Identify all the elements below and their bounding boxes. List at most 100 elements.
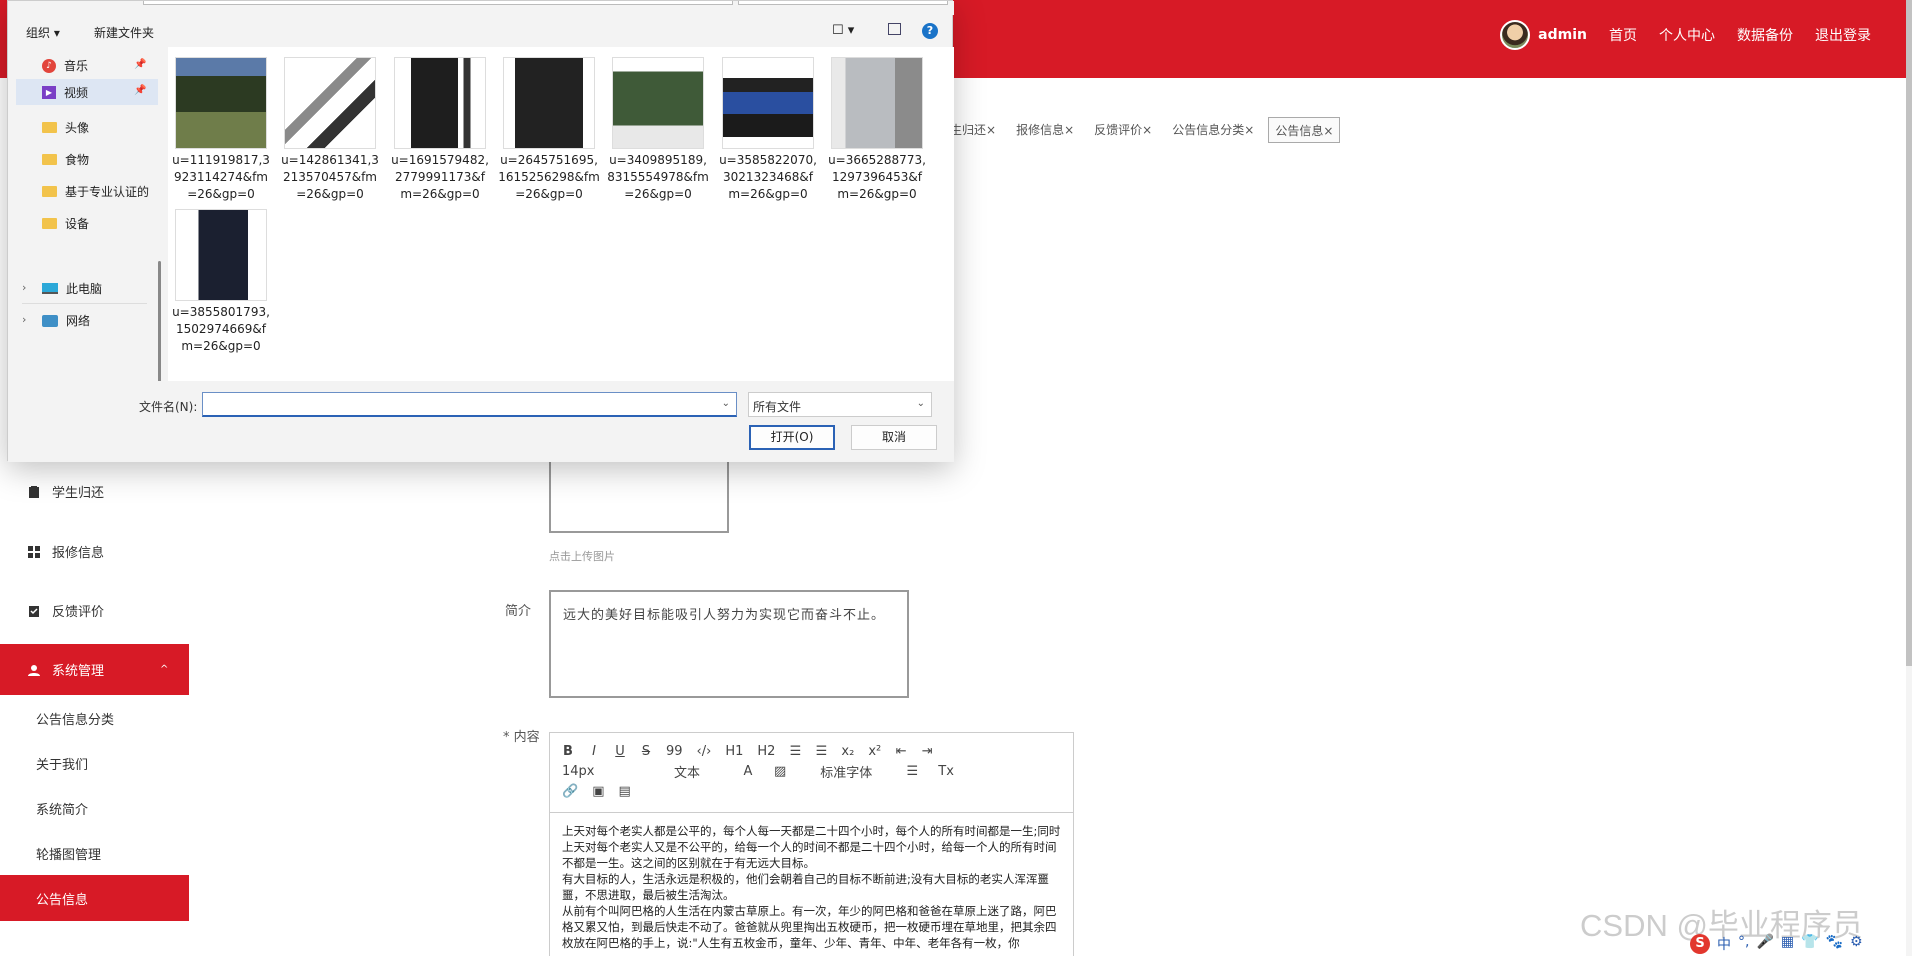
nav-item-certification[interactable]: 基于专业认证的 (42, 183, 149, 200)
tab-feedback[interactable]: 反馈评价× (1088, 117, 1158, 143)
sidebar-sub-about[interactable]: 关于我们 (36, 754, 88, 773)
cancel-button[interactable]: 取消 (851, 425, 937, 450)
tab-repair[interactable]: 报修信息× (1010, 117, 1080, 143)
outdent-button[interactable]: ⇤ (895, 744, 907, 759)
sidebar-sub-intro[interactable]: 系统简介 (36, 799, 88, 818)
intro-textarea[interactable]: 远大的美好目标能吸引人努力为实现它而奋斗不止。 (549, 590, 909, 698)
avatar[interactable] (1500, 20, 1531, 50)
file-name: u=3409895189, 8315554978&fm =26&gp=0 (607, 153, 709, 201)
close-icon[interactable]: × (1244, 123, 1254, 137)
indent-button[interactable]: ⇥ (921, 744, 933, 759)
nav-backup[interactable]: 数据备份 (1737, 25, 1793, 45)
nav-item-food[interactable]: 食物 (42, 151, 89, 168)
address-input[interactable] (143, 1, 733, 5)
pin-icon[interactable]: 📌 (134, 85, 146, 96)
link-icon[interactable]: 🔗 (562, 784, 578, 799)
file-item[interactable]: u=1691579482, 2779991173&f m=26&gp=0 (387, 57, 493, 203)
code-button[interactable]: ‹/› (697, 744, 712, 759)
preview-pane-icon[interactable] (888, 23, 901, 35)
sidebar-item-label: 学生归还 (52, 486, 105, 501)
block-format-select[interactable]: 文本 (652, 762, 722, 781)
underline-button[interactable]: U (614, 744, 626, 759)
image-icon[interactable]: ▣ (592, 784, 604, 799)
sidebar-sub-notice-category[interactable]: 公告信息分类 (36, 709, 114, 728)
ime-toolbar: S 中 °, 🎤 ▦ 👕 🐾 ⚙ (1690, 934, 1863, 954)
image-upload-box[interactable] (549, 455, 729, 533)
dialog-nav-pane: ♪ 音乐 📌 ▶ 视频 📌 头像 食物 基于专业认证的 设备 › 此电脑 › 网… (8, 47, 161, 411)
sidebar-menu-label: 系统管理 (52, 664, 105, 679)
h2-button[interactable]: H2 (757, 744, 775, 759)
tab-notice-category[interactable]: 公告信息分类× (1166, 117, 1260, 143)
editor-content[interactable]: 上天对每个老实人都是公平的，每个人每一天都是二十四个小时，每个人的所有时间都是一… (550, 813, 1073, 956)
file-name: u=111919817,3 923114274&fm =26&gp=0 (172, 153, 270, 201)
bold-button[interactable]: B (562, 744, 574, 759)
file-item[interactable]: u=111919817,3 923114274&fm =26&gp=0 (168, 57, 274, 203)
search-input[interactable] (738, 1, 948, 5)
keyboard-icon[interactable]: ▦ (1781, 934, 1794, 954)
nav-item-network[interactable]: 网络 (42, 312, 90, 329)
close-icon[interactable]: × (1064, 123, 1074, 137)
close-icon[interactable]: × (986, 123, 996, 137)
sidebar-sub-notice[interactable]: 公告信息 (0, 875, 189, 921)
open-button[interactable]: 打开(O) (749, 425, 835, 450)
sidebar-sub-carousel[interactable]: 轮播图管理 (36, 844, 101, 863)
italic-button[interactable]: I (588, 744, 600, 759)
new-folder-button[interactable]: 新建文件夹 (94, 24, 154, 41)
file-item[interactable]: u=3585822070, 3021323468&f m=26&gp=0 (715, 57, 821, 203)
font-size-select[interactable]: 14px (562, 764, 632, 779)
nav-profile[interactable]: 个人中心 (1659, 25, 1715, 45)
page-scrollbar[interactable] (1906, 0, 1912, 956)
strike-button[interactable]: S (640, 744, 652, 759)
ime-punct[interactable]: °, (1738, 934, 1749, 954)
file-item[interactable]: u=142861341,3 213570457&fm =26&gp=0 (277, 57, 383, 203)
ime-lang[interactable]: 中 (1717, 934, 1731, 954)
view-menu-icon[interactable]: ☐ ▾ (832, 23, 854, 38)
close-icon[interactable]: × (1323, 124, 1333, 138)
quote-button[interactable]: 99 (666, 744, 683, 759)
clear-format-icon[interactable]: Tx (938, 764, 954, 779)
bullet-list-button[interactable]: ☰ (815, 744, 828, 759)
nav-item-equipment[interactable]: 设备 (42, 215, 89, 232)
nav-logout[interactable]: 退出登录 (1815, 25, 1871, 45)
gear-icon[interactable]: ⚙ (1850, 934, 1863, 954)
sidebar-item-student-return[interactable]: 学生归还 (28, 482, 104, 501)
filename-input[interactable]: ⌄ (202, 392, 737, 417)
chevron-right-icon[interactable]: › (22, 313, 26, 326)
font-color-icon[interactable]: A (742, 764, 754, 779)
superscript-button[interactable]: x² (868, 744, 881, 759)
chevron-down-icon[interactable]: ⌄ (722, 398, 730, 409)
file-item[interactable]: u=3665288773, 1297396453&f m=26&gp=0 (824, 57, 930, 203)
nav-item-avatar[interactable]: 头像 (42, 119, 89, 136)
paw-icon[interactable]: 🐾 (1826, 934, 1843, 954)
tab-notice[interactable]: 公告信息× (1268, 117, 1341, 143)
background-color-icon[interactable]: ▨ (774, 764, 786, 779)
subscript-button[interactable]: x₂ (841, 744, 854, 759)
video-icon[interactable]: ▤ (618, 784, 630, 799)
sogou-icon[interactable]: S (1690, 934, 1710, 954)
h1-button[interactable]: H1 (725, 744, 743, 759)
font-family-select[interactable]: 标准字体 (806, 762, 886, 781)
scrollbar-thumb[interactable] (1906, 0, 1912, 666)
nav-home[interactable]: 首页 (1609, 25, 1637, 45)
username[interactable]: admin (1538, 27, 1587, 43)
sidebar-menu-system[interactable]: 系统管理 ^ (0, 644, 189, 695)
file-item[interactable]: u=3855801793, 1502974669&f m=26&gp=0 (168, 209, 274, 355)
nav-item-label: 此电脑 (66, 282, 103, 296)
nav-item-this-pc[interactable]: 此电脑 (42, 280, 102, 297)
skin-icon[interactable]: 👕 (1801, 934, 1818, 954)
ordered-list-button[interactable]: ☰ (789, 744, 802, 759)
microphone-icon[interactable]: 🎤 (1756, 934, 1773, 954)
pin-icon[interactable]: 📌 (134, 59, 146, 70)
file-item[interactable]: u=2645751695, 1615256298&fm =26&gp=0 (496, 57, 602, 203)
sidebar-item-repair[interactable]: 报修信息 (28, 542, 104, 561)
filetype-select[interactable]: 所有文件 ⌄ (748, 392, 932, 417)
organize-button[interactable]: 组织 ▾ (26, 24, 60, 41)
help-icon[interactable]: ? (922, 23, 938, 39)
sidebar-item-feedback[interactable]: 反馈评价 (28, 601, 104, 620)
nav-item-music[interactable]: ♪ 音乐 (42, 57, 88, 74)
align-icon[interactable]: ☰ (906, 764, 918, 779)
file-name: u=3855801793, 1502974669&f m=26&gp=0 (172, 305, 270, 353)
file-item[interactable]: u=3409895189, 8315554978&fm =26&gp=0 (605, 57, 711, 203)
chevron-right-icon[interactable]: › (22, 281, 26, 294)
close-icon[interactable]: × (1142, 123, 1152, 137)
